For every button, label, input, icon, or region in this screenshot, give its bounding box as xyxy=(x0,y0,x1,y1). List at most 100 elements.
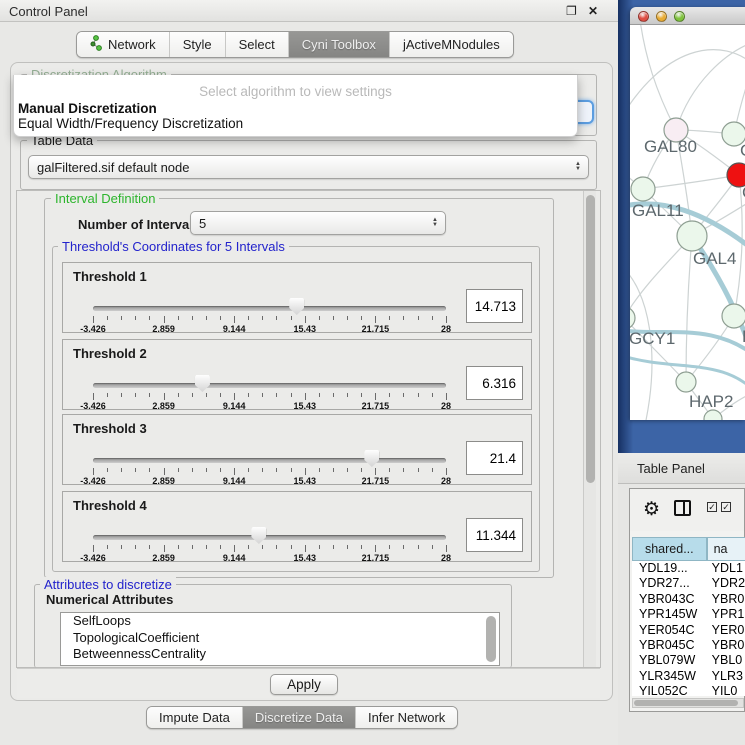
close-window-icon[interactable] xyxy=(638,11,649,22)
cell-name[interactable]: YBR0 xyxy=(707,592,745,607)
cell-shared-name[interactable]: YBR045C xyxy=(632,638,707,653)
tab-network[interactable]: Network xyxy=(77,32,170,57)
cell-name[interactable]: YIL0 xyxy=(707,684,745,696)
slider-ticks xyxy=(93,545,447,553)
close-panel-icon[interactable]: ✕ xyxy=(588,4,598,18)
threshold-value-field[interactable] xyxy=(466,289,523,323)
table-row[interactable]: YDL19...YDL1 xyxy=(632,561,745,576)
cell-name[interactable]: YDL1 xyxy=(707,561,745,576)
table-row[interactable]: YLR345WYLR3 xyxy=(632,669,745,684)
table-row[interactable]: YPR145WYPR1 xyxy=(632,607,745,622)
zoom-window-icon[interactable] xyxy=(674,11,685,22)
table-row[interactable]: YIL052CYIL0 xyxy=(632,684,745,696)
columns-icon[interactable] xyxy=(674,500,691,516)
table-row[interactable]: YBL079WYBL0 xyxy=(632,653,745,668)
tick-label: -3.426 xyxy=(80,324,106,334)
menu-item-equal-width-frequency[interactable]: Equal Width/Frequency Discretization xyxy=(18,116,243,131)
threshold-slider-thumb[interactable] xyxy=(364,450,379,467)
table-body: YDL19...YDL1YDR27...YDR2YBR043CYBR0YPR14… xyxy=(632,561,745,696)
column-header-name[interactable]: na xyxy=(707,537,745,561)
network-node[interactable] xyxy=(677,221,707,251)
tab-infer-network[interactable]: Infer Network xyxy=(356,707,457,728)
attributes-list-scrollbar-thumb[interactable] xyxy=(486,616,496,662)
tab-select[interactable]: Select xyxy=(226,32,289,57)
table-hscrollbar-thumb[interactable] xyxy=(634,700,738,706)
cell-shared-name[interactable]: YDR27... xyxy=(632,576,707,591)
network-window-titlebar[interactable] xyxy=(630,7,745,25)
tick-mark xyxy=(305,545,306,552)
cell-shared-name[interactable]: YPR145W xyxy=(632,607,707,622)
threshold-slider-track[interactable] xyxy=(93,535,446,540)
tick-label: 28 xyxy=(441,401,451,411)
checkbox-icon[interactable]: ✓ xyxy=(721,502,731,512)
control-panel-titlebar: Control Panel ❐ ✕ xyxy=(0,0,620,22)
tab-style[interactable]: Style xyxy=(170,32,226,57)
tick-mark xyxy=(135,316,136,320)
list-item-attribute[interactable]: SelfLoops xyxy=(61,613,499,630)
tick-mark xyxy=(248,393,249,397)
network-canvas[interactable]: GAL80GACGAL11GAL4GCY1HHAP2 xyxy=(630,25,745,420)
float-window-icon[interactable]: ❐ xyxy=(566,4,577,18)
tick-mark xyxy=(418,468,419,472)
tick-mark xyxy=(234,545,235,552)
cell-name[interactable]: YPR1 xyxy=(707,607,745,622)
tick-mark xyxy=(107,316,108,320)
number-of-intervals-combo[interactable]: 5 ▲▼ xyxy=(190,211,446,235)
settings-vertical-scrollbar[interactable] xyxy=(583,191,596,667)
cell-shared-name[interactable]: YLR345W xyxy=(632,669,707,684)
threshold-value-field[interactable] xyxy=(466,518,523,552)
tab-jactivemnodules[interactable]: jActiveMNodules xyxy=(390,32,513,57)
control-panel-title: Control Panel xyxy=(9,4,88,19)
cell-shared-name[interactable]: YBR043C xyxy=(632,592,707,607)
slider-tick-labels: -3.4262.8599.14415.4321.71528 xyxy=(93,476,446,486)
column-header-shared-name[interactable]: shared... xyxy=(632,537,707,561)
network-node[interactable] xyxy=(676,372,696,392)
cell-shared-name[interactable]: YDL19... xyxy=(632,561,707,576)
threshold-slider-thumb[interactable] xyxy=(195,375,210,392)
minimize-window-icon[interactable] xyxy=(656,11,667,22)
cell-shared-name[interactable]: YIL052C xyxy=(632,684,707,696)
cell-name[interactable]: YER0 xyxy=(707,623,745,638)
network-node[interactable] xyxy=(631,177,655,201)
network-node[interactable] xyxy=(704,410,722,420)
cell-name[interactable]: YBR0 xyxy=(707,638,745,653)
gear-icon[interactable]: ⚙ xyxy=(643,498,660,521)
cell-shared-name[interactable]: YER054C xyxy=(632,623,707,638)
tick-mark xyxy=(276,545,277,549)
tick-mark xyxy=(206,545,207,549)
tab-discretize-data[interactable]: Discretize Data xyxy=(243,707,356,728)
network-node[interactable] xyxy=(630,307,635,329)
table-data-combo[interactable]: galFiltered.sif default node ▲▼ xyxy=(28,155,589,179)
tab-label: Cyni Toolbox xyxy=(302,37,376,52)
menu-item-manual-discretization[interactable]: Manual Discretization xyxy=(18,101,157,116)
network-node[interactable] xyxy=(722,304,745,328)
list-item-attribute[interactable]: TopologicalCoefficient xyxy=(61,630,499,647)
table-row[interactable]: YDR27...YDR2 xyxy=(632,576,745,591)
tab-cyni-toolbox[interactable]: Cyni Toolbox xyxy=(289,32,390,57)
threshold-slider-thumb[interactable] xyxy=(289,298,304,315)
threshold-value-field[interactable] xyxy=(466,441,523,475)
threshold-slider-thumb[interactable] xyxy=(251,527,266,544)
table-horizontal-scrollbar[interactable] xyxy=(632,698,744,708)
threshold-slider-track[interactable] xyxy=(93,306,446,311)
numerical-attributes-list[interactable]: SelfLoopsTopologicalCoefficientBetweenne… xyxy=(60,612,500,666)
table-row[interactable]: YER054CYER0 xyxy=(632,623,745,638)
tick-mark xyxy=(319,545,320,549)
checkbox-icon[interactable]: ✓ xyxy=(707,502,717,512)
table-row[interactable]: YBR043CYBR0 xyxy=(632,592,745,607)
cell-name[interactable]: YLR3 xyxy=(707,669,745,684)
tab-impute-data[interactable]: Impute Data xyxy=(147,707,243,728)
threshold-slider-track[interactable] xyxy=(93,458,446,463)
cell-shared-name[interactable]: YBL079W xyxy=(632,653,707,668)
settings-scrollbar-thumb[interactable] xyxy=(586,195,595,483)
table-row[interactable]: YBR045CYBR0 xyxy=(632,638,745,653)
threshold-value-field[interactable] xyxy=(466,366,523,400)
cell-name[interactable]: YBL0 xyxy=(707,653,745,668)
tick-mark xyxy=(262,468,263,472)
threshold-slider-track[interactable] xyxy=(93,383,446,388)
cell-name[interactable]: YDR2 xyxy=(707,576,745,591)
list-item-attribute[interactable]: BetweennessCentrality xyxy=(61,646,499,663)
tick-mark xyxy=(347,545,348,549)
tick-mark xyxy=(262,316,263,320)
apply-button[interactable]: Apply xyxy=(270,674,338,695)
